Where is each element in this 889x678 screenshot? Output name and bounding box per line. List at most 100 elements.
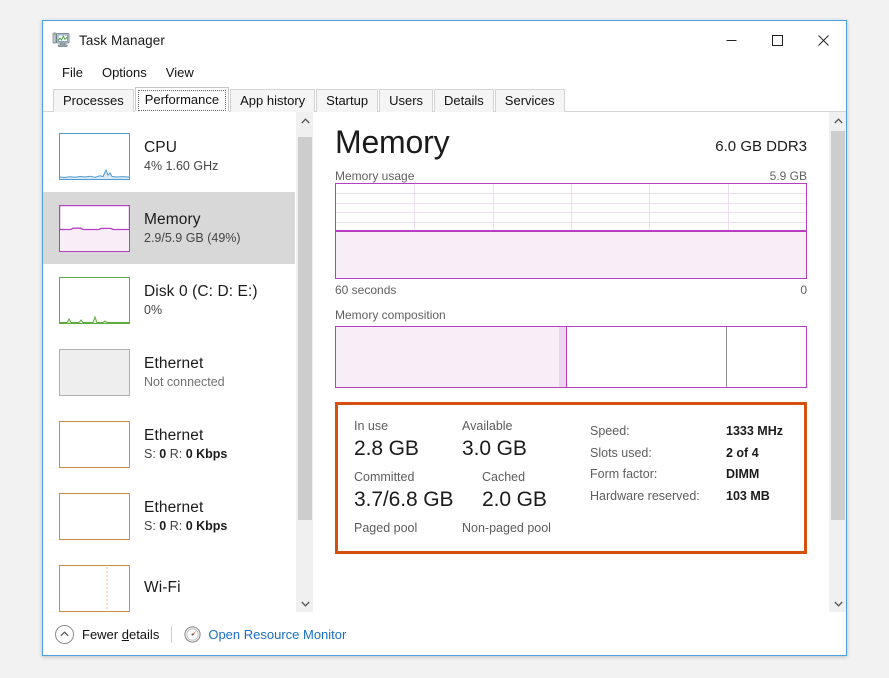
sidebar-item-ethernet-2[interactable]: Ethernet S: 0 R: 0 Kbps xyxy=(43,480,295,552)
stat-slots-used-value: 2 of 4 xyxy=(726,445,759,460)
open-resource-monitor-link[interactable]: Open Resource Monitor xyxy=(208,627,346,642)
stat-committed-value: 3.7/6.8 GB xyxy=(354,487,454,511)
sidebar-item-memory-sub: 2.9/5.9 GB (49%) xyxy=(144,231,241,246)
stat-paged-pool-label: Paged pool xyxy=(354,520,418,535)
axis-label-right: 0 xyxy=(800,283,807,297)
menu-item-options[interactable]: Options xyxy=(93,63,156,82)
sidebar-scroll-up-icon[interactable] xyxy=(297,112,313,129)
grid-line-h xyxy=(336,221,806,223)
sidebar-item-cpu-title: CPU xyxy=(144,138,178,156)
usage-graph-label: Memory usage xyxy=(335,169,415,183)
resource-list-panel: CPU 4% 1.60 GHz Memory 2.9/5.9 GB (49%) … xyxy=(43,112,313,612)
sidebar-item-ethernet-1-title: Ethernet xyxy=(144,426,204,444)
memory-detail-panel: Memory 6.0 GB DDR3 Memory usage 5.9 GB 6… xyxy=(313,112,846,612)
composition-segment-free[interactable] xyxy=(726,327,806,387)
composition-segment-modified[interactable] xyxy=(559,327,567,387)
sidebar-item-cpu-text: CPU 4% 1.60 GHz xyxy=(144,139,218,173)
stat-committed-label: Committed xyxy=(354,469,415,484)
task-manager-icon xyxy=(52,31,70,49)
sidebar-item-ethernet-disconnected-sub: Not connected xyxy=(144,375,225,390)
fewer-details-pre: Fewer xyxy=(82,626,122,642)
main-scroll-up-icon[interactable] xyxy=(830,112,846,129)
sidebar-item-ethernet-2-sub: S: 0 R: 0 Kbps xyxy=(144,519,227,533)
tab-processes[interactable]: Processes xyxy=(53,89,134,112)
stat-non-paged-pool-label: Non-paged pool xyxy=(462,520,551,535)
eth2-r-label: R: xyxy=(166,519,186,534)
eth1-r-label: R: xyxy=(166,447,186,462)
usage-axis-row: 60 seconds 0 xyxy=(335,283,807,297)
fewer-details-button[interactable]: Fewer details xyxy=(55,624,159,644)
stat-cached-label: Cached xyxy=(482,469,526,484)
sidebar-item-wifi-title: Wi-Fi xyxy=(144,579,181,597)
axis-label-left: 60 seconds xyxy=(335,283,397,297)
sidebar-item-ethernet-1-text: Ethernet S: 0 R: 0 Kbps xyxy=(144,427,227,461)
stat-slots-used: Slots used: 2 of 4 xyxy=(590,443,788,465)
sidebar-scrollbar-thumb[interactable] xyxy=(298,137,312,520)
sidebar-item-memory[interactable]: Memory 2.9/5.9 GB (49%) xyxy=(43,192,295,264)
stat-hardware-reserved: Hardware reserved: 103 MB xyxy=(590,486,788,508)
stat-in-use: In use 2.8 GB xyxy=(354,419,462,462)
status-bar: Fewer details Open Resource Monitor xyxy=(43,612,846,655)
menu-bar: File Options View xyxy=(43,59,846,85)
stat-speed-value: 1333 MHz xyxy=(726,424,783,438)
content-area: CPU 4% 1.60 GHz Memory 2.9/5.9 GB (49%) … xyxy=(43,112,846,612)
stat-speed-key: Speed: xyxy=(590,424,630,438)
window-title: Task Manager xyxy=(79,32,165,48)
composition-segment-standby[interactable] xyxy=(566,327,727,387)
tab-performance[interactable]: Performance xyxy=(134,87,230,113)
eth2-s-label: S: xyxy=(144,519,160,534)
menu-item-view[interactable]: View xyxy=(157,63,203,82)
title-bar: Task Manager xyxy=(43,21,846,59)
sidebar-item-memory-text: Memory 2.9/5.9 GB (49%) xyxy=(144,211,241,245)
tab-details[interactable]: Details xyxy=(434,89,494,112)
page-title: Memory xyxy=(335,124,450,160)
usage-caption-row: Memory usage 5.9 GB xyxy=(335,169,807,183)
composition-segment-in-use[interactable] xyxy=(336,327,560,387)
stat-available-label: Available xyxy=(462,419,513,433)
tab-services[interactable]: Services xyxy=(494,89,565,112)
sidebar-scrollbar[interactable] xyxy=(296,112,313,612)
tab-app-history[interactable]: App history xyxy=(230,89,316,112)
stat-in-use-value: 2.8 GB xyxy=(354,436,419,460)
memory-stats-highlight-box: In use 2.8 GB Available 3.0 GB Committed… xyxy=(335,402,807,554)
cpu-sparkline-thumbnail xyxy=(59,132,130,180)
main-scrollbar-thumb[interactable] xyxy=(831,131,845,520)
memory-stats-left: In use 2.8 GB Available 3.0 GB Committed… xyxy=(354,419,572,537)
sidebar-item-disk0[interactable]: Disk 0 (C: D: E:) 0% xyxy=(43,264,295,336)
window-controls xyxy=(708,21,846,59)
tab-startup[interactable]: Startup xyxy=(316,89,379,112)
stat-available-value: 3.0 GB xyxy=(462,436,527,460)
main-scrollbar[interactable] xyxy=(829,112,846,612)
eth1-r-value: 0 Kbps xyxy=(185,447,228,462)
memory-composition-bar[interactable] xyxy=(335,326,807,388)
sidebar-scroll-down-icon[interactable] xyxy=(297,595,313,612)
maximize-button[interactable] xyxy=(754,21,800,59)
stat-available: Available 3.0 GB xyxy=(462,419,527,462)
sidebar-item-memory-title: Memory xyxy=(144,210,201,228)
memory-spec: 6.0 GB DDR3 xyxy=(715,138,807,155)
minimize-button[interactable] xyxy=(708,21,754,59)
close-button[interactable] xyxy=(800,21,846,59)
sidebar-item-disk0-text: Disk 0 (C: D: E:) 0% xyxy=(144,283,258,317)
sidebar-item-ethernet-disconnected[interactable]: Ethernet Not connected xyxy=(43,336,295,408)
resource-monitor-icon xyxy=(184,625,201,643)
main-scroll-down-icon[interactable] xyxy=(830,595,846,612)
chevron-up-icon xyxy=(55,624,74,644)
menu-item-file[interactable]: File xyxy=(53,63,92,82)
stats-row-2: Committed 3.7/6.8 GB Cached 2.0 GB xyxy=(354,470,572,513)
stat-form-factor-value: DIMM xyxy=(726,467,760,481)
sidebar-item-ethernet-disconnected-text: Ethernet Not connected xyxy=(144,355,225,389)
memory-usage-area xyxy=(336,230,806,278)
stat-cached-value: 2.0 GB xyxy=(482,487,547,511)
open-resource-monitor-button[interactable]: Open Resource Monitor xyxy=(184,625,346,643)
stats-row-3: Paged pool Non-paged pool xyxy=(354,521,572,535)
sidebar-item-ethernet-1[interactable]: Ethernet S: 0 R: 0 Kbps xyxy=(43,408,295,480)
ethernet-2-thumbnail xyxy=(59,492,130,540)
tab-users[interactable]: Users xyxy=(379,89,434,112)
stat-committed: Committed 3.7/6.8 GB xyxy=(354,470,482,513)
eth1-s-label: S: xyxy=(144,447,160,462)
sidebar-item-wifi[interactable]: Wi-Fi xyxy=(43,552,295,612)
sidebar-item-cpu[interactable]: CPU 4% 1.60 GHz xyxy=(43,120,295,192)
stat-speed: Speed: 1333 MHz xyxy=(590,421,788,443)
memory-usage-graph xyxy=(335,183,807,279)
